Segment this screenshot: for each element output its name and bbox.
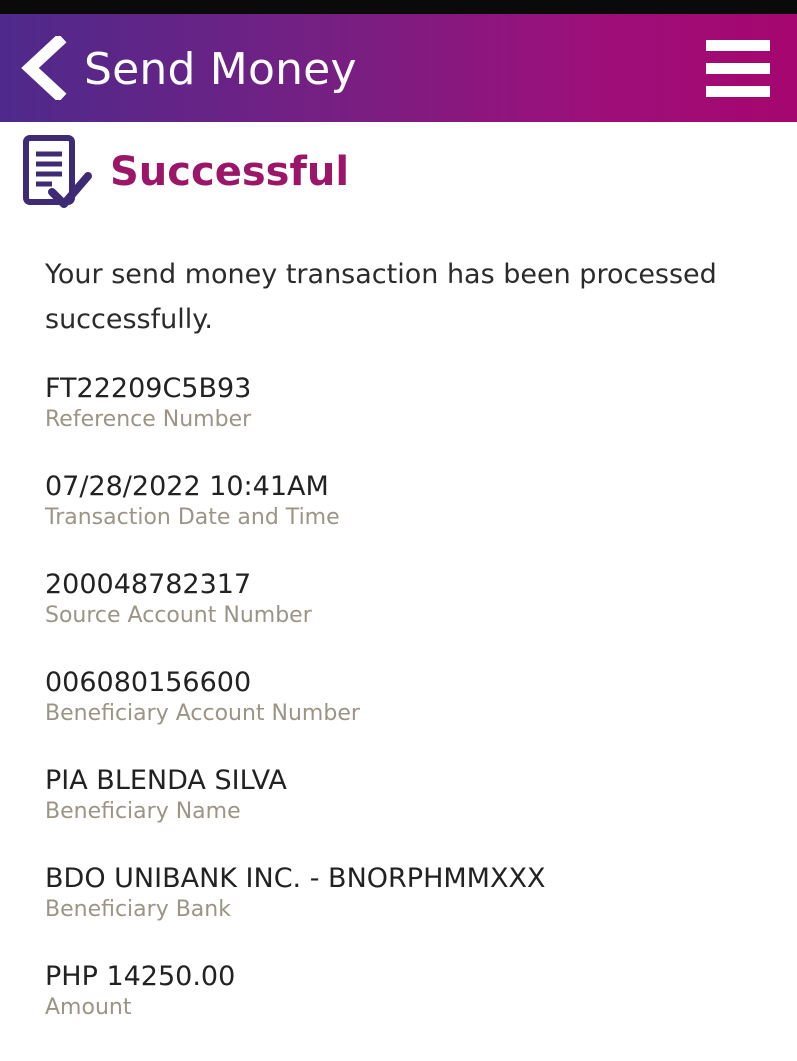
- transaction-details: FT22209C5B93 Reference Number 07/28/2022…: [45, 372, 785, 1058]
- detail-value: 006080156600: [45, 667, 252, 698]
- detail-source-account: 200048782317 Source Account Number: [45, 568, 785, 666]
- detail-label: Amount: [45, 995, 132, 1020]
- detail-beneficiary-account: 006080156600 Beneficiary Account Number: [45, 666, 785, 764]
- detail-value: 200048782317: [45, 569, 252, 600]
- chevron-left-icon: [21, 33, 67, 103]
- status-title: Successful: [110, 149, 350, 195]
- page-title: Send Money: [84, 44, 357, 95]
- detail-reference-number: FT22209C5B93 Reference Number: [45, 372, 785, 470]
- detail-beneficiary-bank: BDO UNIBANK INC. - BNORPHMMXXX Beneficia…: [45, 862, 785, 960]
- success-message: Your send money transaction has been pro…: [45, 259, 717, 335]
- back-button[interactable]: [18, 33, 70, 103]
- detail-value: PHP 14250.00: [45, 961, 236, 992]
- document-check-icon: [23, 135, 92, 208]
- detail-amount: PHP 14250.00 Amount: [45, 960, 785, 1058]
- detail-value: 07/28/2022 10:41AM: [45, 471, 329, 502]
- status-bar: [0, 0, 797, 14]
- detail-value: PIA BLENDA SILVA: [45, 765, 287, 796]
- detail-label: Beneficiary Account Number: [45, 701, 360, 726]
- detail-transaction-date: 07/28/2022 10:41AM Transaction Date and …: [45, 470, 785, 568]
- app-header: Send Money: [0, 14, 797, 122]
- detail-value: FT22209C5B93: [45, 373, 252, 404]
- detail-value: BDO UNIBANK INC. - BNORPHMMXXX: [45, 863, 546, 894]
- detail-label: Beneficiary Name: [45, 799, 241, 824]
- detail-label: Beneficiary Bank: [45, 897, 231, 922]
- detail-beneficiary-name: PIA BLENDA SILVA Beneficiary Name: [45, 764, 785, 862]
- status-section: Successful: [22, 132, 782, 216]
- menu-button[interactable]: [700, 36, 774, 100]
- detail-label: Reference Number: [45, 407, 252, 432]
- detail-label: Source Account Number: [45, 603, 312, 628]
- detail-label: Transaction Date and Time: [45, 505, 340, 530]
